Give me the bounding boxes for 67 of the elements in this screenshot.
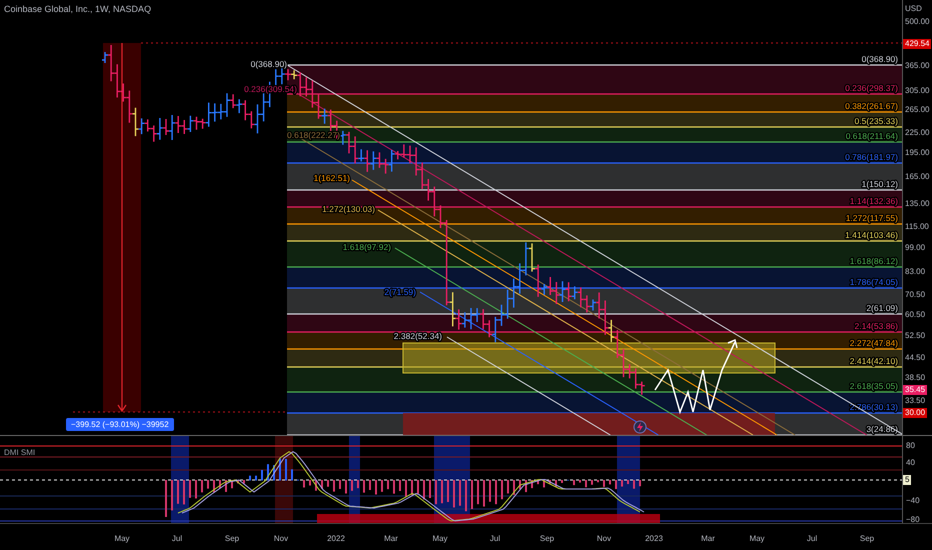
time-label: Nov xyxy=(596,534,612,543)
price-label: 115.00 xyxy=(905,222,929,232)
price-tag: 30.00 xyxy=(903,408,928,418)
fib-level-label: 0.618(211.64) xyxy=(846,131,898,141)
price-label: 195.00 xyxy=(905,148,930,158)
fib-level-label: 1.786(74.05) xyxy=(850,277,898,287)
price-label: 52.50 xyxy=(905,331,926,341)
price-label: 265.00 xyxy=(905,105,930,115)
time-label: Sep xyxy=(224,534,240,543)
price-label: 165.00 xyxy=(905,172,930,182)
price-label: 225.00 xyxy=(905,128,930,138)
fib-level-label: 2.382(52.34) xyxy=(394,331,442,341)
time-label: Nov xyxy=(274,534,288,543)
price-label: 38.50 xyxy=(905,373,926,383)
fib-level-label: 2(71.59) xyxy=(384,287,416,297)
fib-level-label: 2.14(53.86) xyxy=(854,321,898,331)
fib-level-label: 0.236(298.37) xyxy=(845,83,898,93)
fib-level-label: 1.272(117.55) xyxy=(846,213,898,223)
fib-level-label: 2.414(42.10) xyxy=(850,356,898,366)
down-arrow-icon xyxy=(118,43,126,412)
time-label: Mar xyxy=(384,534,398,543)
fib-level-label: 2.618(35.05) xyxy=(850,381,898,391)
time-label: 2022 xyxy=(327,534,345,543)
indicator-axis-label: 40 xyxy=(906,458,915,468)
value-tag: 5 xyxy=(903,475,912,485)
fib-level-label: 0.382(261.67) xyxy=(845,101,898,111)
time-label: Jul xyxy=(490,534,500,543)
price-label: 365.00 xyxy=(905,61,930,71)
fib-level-label: 1.618(97.92) xyxy=(342,242,391,252)
fib-level-label: 0.5(235.33) xyxy=(854,116,898,126)
price-label: 99.00 xyxy=(905,243,926,253)
measure-label: −399.52 (−93.01%) −39952 xyxy=(66,418,174,431)
fib-level-label: 2.272(47.84) xyxy=(850,338,898,348)
fib-level-label: 1(162.51) xyxy=(314,173,350,183)
price-label: 33.50 xyxy=(905,396,926,406)
fib-level-label: 1.618(86.12) xyxy=(850,256,898,266)
price-tag: 35.45 xyxy=(903,385,928,395)
fib-level-label: 0(368.90) xyxy=(862,54,898,64)
indicator-axis-label: −80 xyxy=(906,515,920,525)
time-label: May xyxy=(432,534,448,543)
price-label: 500.00 xyxy=(905,17,930,27)
currency-label: USD xyxy=(905,4,922,14)
fib-level-label: 2(61.09) xyxy=(866,303,898,313)
time-label: Jul xyxy=(806,534,818,543)
time-label: Sep xyxy=(540,534,554,543)
fib-level-label: 0(368.90) xyxy=(250,59,287,69)
fib-level-label: 1.414(103.46) xyxy=(845,230,898,240)
time-label: 2023 xyxy=(645,534,663,543)
time-label: Jul xyxy=(172,534,182,543)
time-label: May xyxy=(114,534,130,543)
price-label: 70.50 xyxy=(905,290,926,300)
indicator-name: DMI SMI xyxy=(4,448,36,457)
price-label: 135.00 xyxy=(905,199,930,209)
chart-title: Coinbase Global, Inc., 1W, NASDAQ xyxy=(4,4,152,14)
time-label: Sep xyxy=(860,534,874,543)
time-label: May xyxy=(749,534,765,543)
price-label: 60.50 xyxy=(905,310,926,320)
price-label: 83.00 xyxy=(905,267,926,277)
price-label: 305.00 xyxy=(905,86,930,96)
price-label: 44.50 xyxy=(905,353,926,363)
time-label: Mar xyxy=(701,534,715,543)
indicator-axis-label: −40 xyxy=(906,496,920,506)
price-tag: 429.54 xyxy=(903,39,932,49)
fib-level-label: 1(150.12) xyxy=(862,179,898,189)
fib-level-label: 0.786(181.97) xyxy=(845,152,898,162)
indicator-axis-label: 80 xyxy=(906,441,915,451)
fib-level-label: 1.14(132.36) xyxy=(850,196,898,206)
